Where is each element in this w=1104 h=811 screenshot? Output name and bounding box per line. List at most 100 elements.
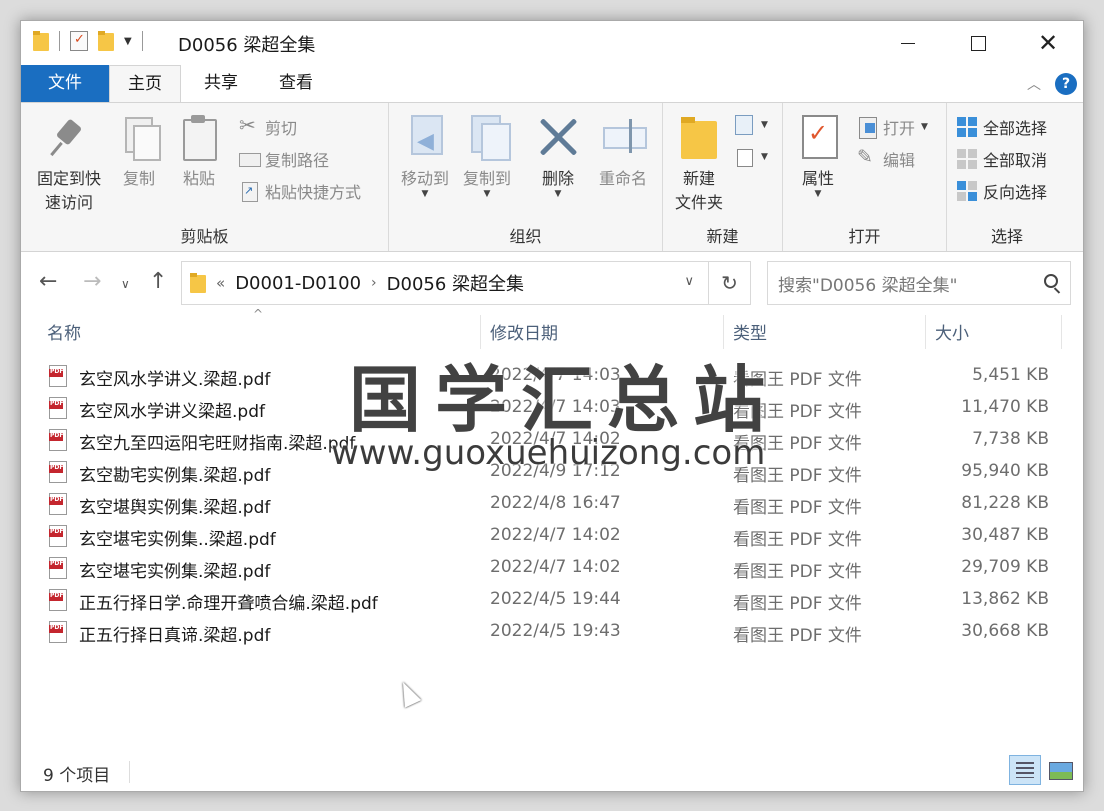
column-header-size[interactable]: 大小: [935, 319, 969, 347]
minimize-button[interactable]: [873, 21, 943, 65]
minimize-icon: [901, 42, 915, 44]
large-icons-view-icon[interactable]: [1045, 755, 1075, 785]
delete-button[interactable]: 删除 ▼: [535, 115, 581, 199]
close-button[interactable]: ✕: [1013, 21, 1083, 65]
title-bar: ▼ D0056 梁超全集 ✕: [21, 21, 1083, 65]
ribbon: 固定到快 速访问 复制 粘贴 剪切 复制路径 粘贴快捷方式: [21, 102, 1083, 252]
qat-divider: [141, 31, 143, 51]
scissors-icon: [239, 113, 259, 137]
rename-button[interactable]: 重命名: [591, 115, 655, 189]
file-size: 29,709 KB: [961, 557, 1049, 577]
address-bar[interactable]: « D0001-D0100 › D0056 梁超全集 ∨: [181, 261, 709, 305]
collapse-ribbon-chevron-icon[interactable]: ︿: [1027, 74, 1041, 94]
chevron-down-icon: ▼: [554, 189, 562, 199]
pin-quick-access-button[interactable]: 固定到快 速访问: [29, 115, 109, 213]
search-input[interactable]: 搜索"D0056 梁超全集": [767, 261, 1071, 305]
tab-share[interactable]: 共享: [186, 65, 256, 102]
file-name: 玄空风水学讲义.梁超.pdf: [79, 370, 271, 390]
quick-access-toolbar: ▼: [33, 31, 143, 51]
properties-label: 属性: [801, 169, 834, 188]
close-icon: ✕: [1037, 29, 1059, 57]
file-row[interactable]: 正五行择日真谛.梁超.pdf 2022/4/5 19:43 看图王 PDF 文件…: [21, 617, 1083, 649]
qat-customize-chevron-icon[interactable]: ▼: [124, 36, 132, 47]
open-button[interactable]: 打开 ▼: [857, 115, 928, 139]
cut-button[interactable]: 剪切: [239, 113, 298, 139]
paste-shortcut-button[interactable]: 粘贴快捷方式: [239, 179, 361, 203]
paste-button[interactable]: 粘贴: [177, 115, 221, 189]
file-row[interactable]: 正五行择日学.命理开聋喷合编.梁超.pdf 2022/4/5 19:44 看图王…: [21, 585, 1083, 617]
move-to-button[interactable]: 移动到 ▼: [395, 115, 455, 199]
help-icon[interactable]: ?: [1055, 73, 1077, 95]
copy-button[interactable]: 复制: [117, 115, 161, 189]
edit-label: 编辑: [883, 151, 916, 170]
breadcrumb-current-folder[interactable]: D0056 梁超全集: [387, 270, 524, 296]
sort-ascending-caret-icon: ^: [253, 307, 264, 321]
paste-icon: [179, 115, 219, 161]
ribbon-tabs: 文件 主页 共享 查看 ︿ ?: [21, 65, 1083, 103]
file-type: 看图王 PDF 文件: [733, 594, 862, 614]
file-size: 5,451 KB: [972, 365, 1049, 385]
cut-label: 剪切: [265, 119, 298, 138]
file-type: 看图王 PDF 文件: [733, 498, 862, 518]
invert-selection-button[interactable]: 反向选择: [957, 179, 1047, 203]
pin-icon: [49, 115, 89, 159]
copy-path-icon: [239, 149, 261, 169]
column-divider[interactable]: [925, 315, 926, 349]
pdf-file-icon: [49, 525, 67, 547]
paste-label: 粘贴: [182, 169, 215, 188]
file-name: 玄空风水学讲义梁超.pdf: [79, 402, 265, 422]
column-header-name[interactable]: 名称: [47, 319, 81, 347]
tab-home[interactable]: 主页: [109, 65, 181, 103]
pdf-file-icon: [49, 621, 67, 643]
file-row[interactable]: 玄空堪宅实例集..梁超.pdf 2022/4/7 14:02 看图王 PDF 文…: [21, 521, 1083, 553]
up-arrow-icon[interactable]: ↑: [149, 269, 167, 294]
copy-path-label: 复制路径: [265, 151, 330, 170]
chevron-down-icon: ▼: [421, 189, 429, 199]
clipboard-group: 固定到快 速访问 复制 粘贴 剪切 复制路径 粘贴快捷方式: [21, 103, 389, 251]
properties-button[interactable]: 属性 ▼: [793, 115, 843, 199]
file-row[interactable]: 玄空堪舆实例集.梁超.pdf 2022/4/8 16:47 看图王 PDF 文件…: [21, 489, 1083, 521]
file-size: 11,470 KB: [961, 397, 1049, 417]
select-none-button[interactable]: 全部取消: [957, 147, 1047, 171]
breadcrumb-d0001-d0100[interactable]: D0001-D0100: [235, 273, 361, 294]
breadcrumb-overflow[interactable]: «: [216, 274, 225, 292]
edit-button[interactable]: 编辑: [857, 146, 916, 171]
organize-group: 移动到 ▼ 复制到 ▼ 删除 ▼ 重命名 组织: [389, 103, 663, 251]
address-history-chevron-icon[interactable]: ∨: [684, 274, 694, 289]
properties-icon: [798, 115, 838, 159]
new-folder-qat-icon[interactable]: [98, 31, 114, 51]
file-name: 玄空堪宅实例集.梁超.pdf: [79, 562, 271, 582]
window-title: D0056 梁超全集: [178, 35, 316, 56]
new-item-button[interactable]: ▼: [735, 115, 768, 135]
file-name: 玄空九至四运阳宅旺财指南.梁超.pdf: [79, 434, 356, 454]
file-row[interactable]: 玄空堪宅实例集.梁超.pdf 2022/4/7 14:02 看图王 PDF 文件…: [21, 553, 1083, 585]
file-date: 2022/4/7 14:02: [490, 557, 621, 577]
copy-to-button[interactable]: 复制到 ▼: [457, 115, 517, 199]
tab-view[interactable]: 查看: [261, 65, 331, 102]
clipboard-group-label: 剪贴板: [180, 227, 229, 246]
refresh-button[interactable]: ↻: [709, 261, 751, 305]
file-size: 81,228 KB: [961, 493, 1049, 513]
tab-file[interactable]: 文件: [21, 65, 109, 102]
file-type: 看图王 PDF 文件: [733, 530, 862, 550]
copy-to-icon: [467, 115, 511, 161]
select-all-button[interactable]: 全部选择: [957, 115, 1047, 139]
properties-qat-icon[interactable]: [70, 31, 88, 51]
easy-access-button[interactable]: ▼: [735, 147, 768, 167]
maximize-button[interactable]: [943, 21, 1013, 65]
recent-locations-chevron-icon[interactable]: ∨: [121, 277, 130, 291]
copy-path-button[interactable]: 复制路径: [239, 147, 329, 171]
forward-arrow-icon[interactable]: →: [83, 269, 101, 294]
new-folder-button[interactable]: 新建 文件夹: [669, 115, 729, 213]
breadcrumb-separator[interactable]: ›: [371, 275, 377, 291]
delete-x-icon: [538, 115, 578, 159]
select-all-label: 全部选择: [983, 119, 1048, 138]
file-type: 看图王 PDF 文件: [733, 626, 862, 646]
file-size: 7,738 KB: [972, 429, 1049, 449]
file-name: 正五行择日真谛.梁超.pdf: [79, 626, 271, 646]
back-arrow-icon[interactable]: ←: [39, 269, 57, 294]
refresh-icon: ↻: [721, 271, 738, 295]
details-view-icon[interactable]: [1009, 755, 1041, 785]
chevron-down-icon: ▼: [921, 122, 928, 132]
column-divider[interactable]: [1061, 315, 1062, 349]
